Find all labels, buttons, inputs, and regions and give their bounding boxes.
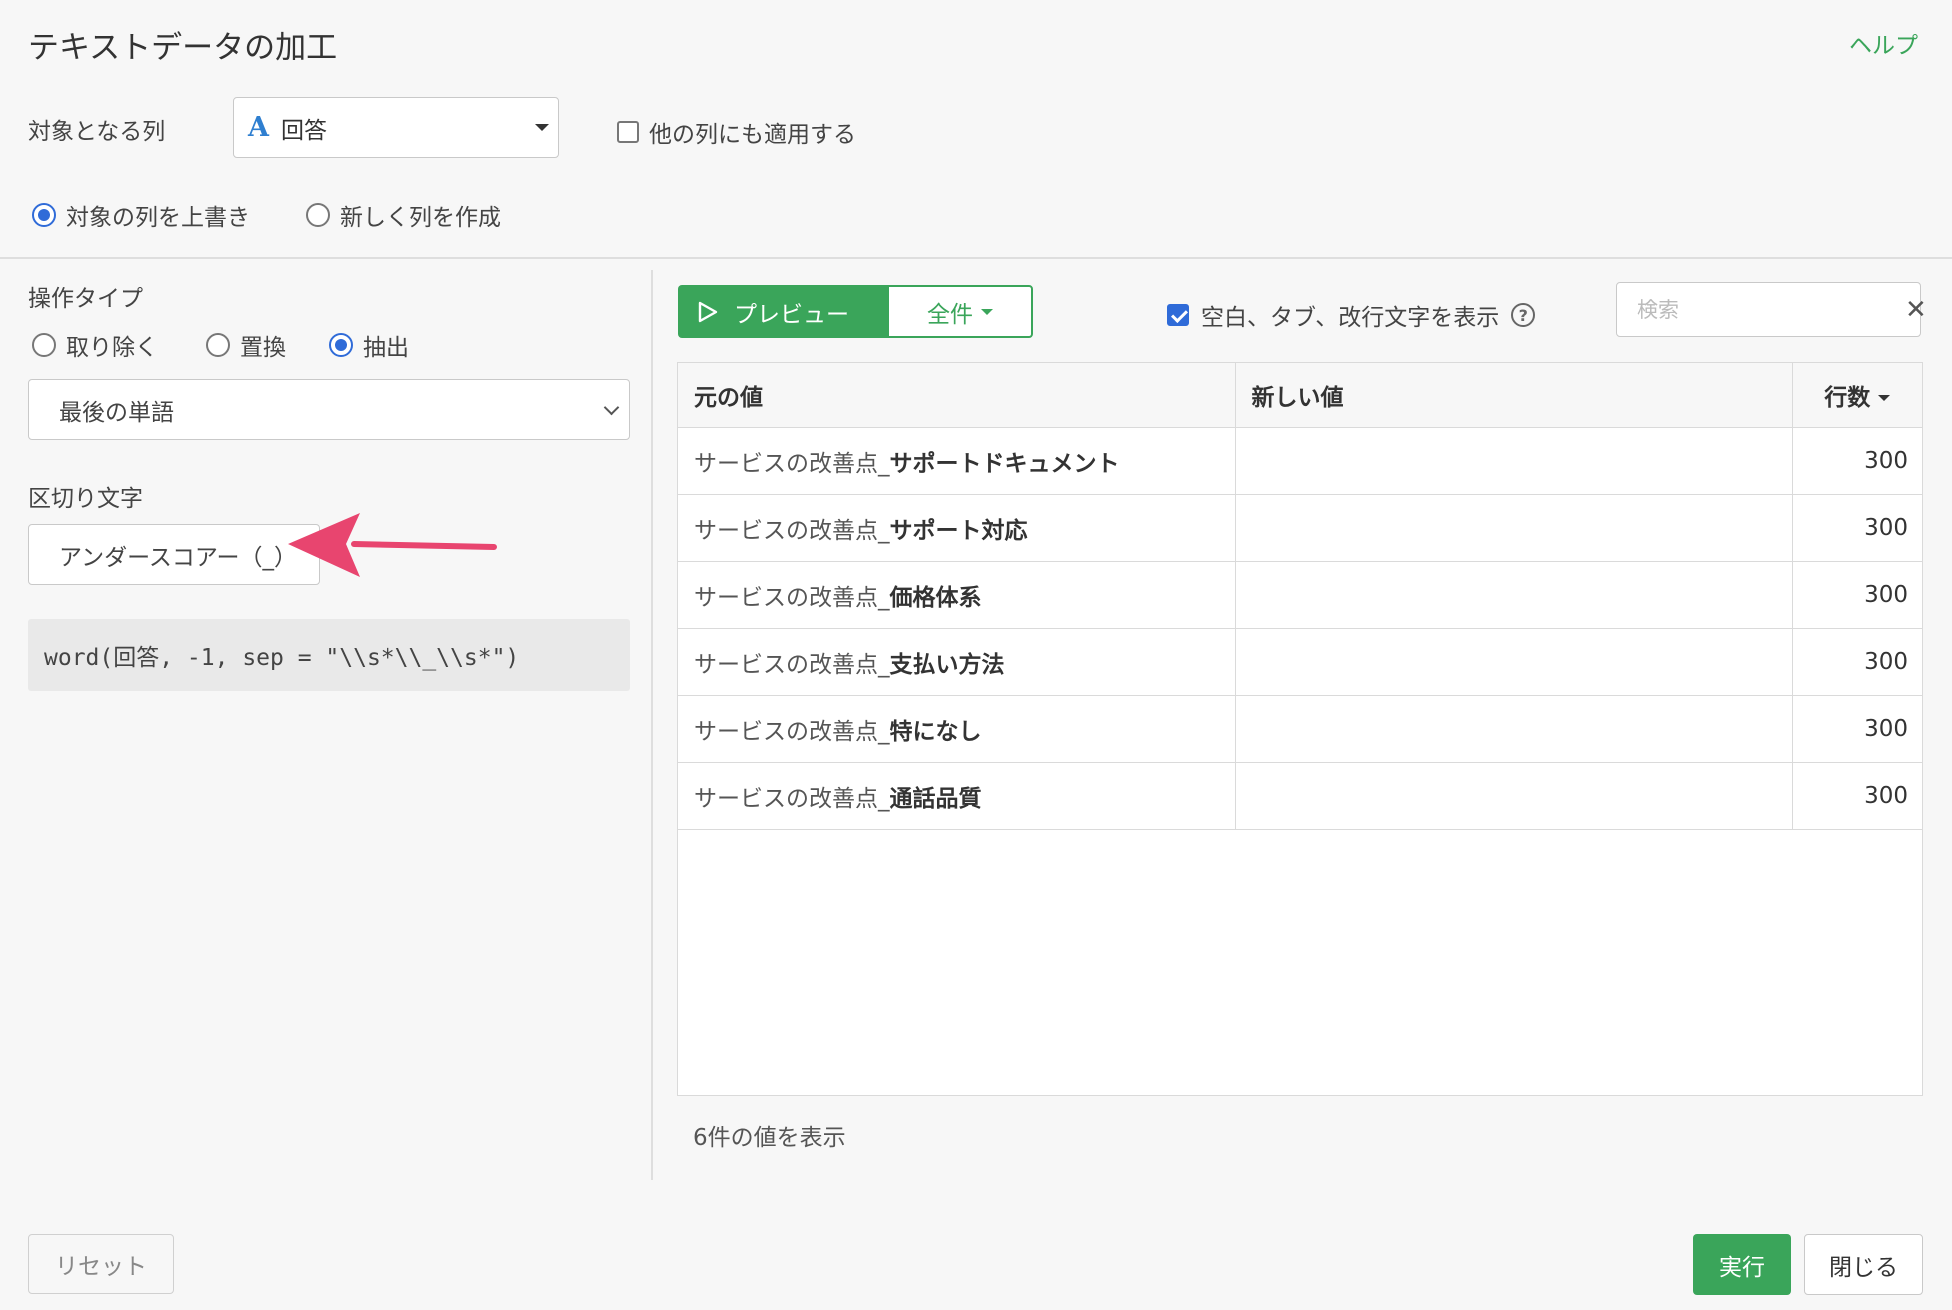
operation-extract-option[interactable]: 抽出 [329, 328, 409, 362]
value-prefix: サービスの改善点_ [694, 651, 890, 678]
apply-other-columns-option[interactable]: 他の列にも適用する [617, 115, 856, 149]
new-column-radio[interactable] [306, 203, 330, 227]
extract-method-value: 最後の単語 [59, 399, 174, 426]
new-value-cell [1235, 628, 1793, 696]
count-header-label: 行数 [1824, 384, 1871, 411]
table-row[interactable]: サービスの改善点_特になし 300 [678, 695, 1922, 763]
row-count-cell: 300 [1792, 762, 1922, 830]
sort-caret-icon [1878, 395, 1891, 402]
separator-label: 区切り文字 [28, 486, 143, 512]
row-count-cell: 300 [1792, 561, 1922, 629]
row-count-dropdown[interactable]: 全件 [887, 285, 1033, 338]
divider [0, 257, 1952, 259]
remove-label: 取り除く [66, 335, 158, 361]
show-whitespace-checkbox[interactable] [1167, 304, 1189, 326]
table-header-row: 元の値 新しい値 行数 [678, 363, 1922, 428]
table-row[interactable]: サービスの改善点_通話品質 300 [678, 762, 1922, 830]
preview-button[interactable]: プレビュー [678, 285, 887, 338]
column-header-count[interactable]: 行数 [1792, 363, 1922, 428]
value-prefix: サービスの改善点_ [694, 785, 890, 812]
extract-method-select[interactable]: 最後の単語 [28, 379, 630, 440]
help-link[interactable]: ヘルプ [1849, 26, 1918, 60]
row-count-label: 全件 [927, 301, 973, 328]
row-count-cell: 300 [1792, 628, 1922, 696]
chevron-down-icon [603, 399, 620, 416]
value-prefix: サービスの改善点_ [694, 584, 890, 611]
original-value-cell: サービスの改善点_支払い方法 [678, 628, 1236, 696]
reset-button[interactable]: リセット [28, 1234, 174, 1294]
extracted-word: サポートドキュメント [889, 450, 1120, 477]
apply-other-label: 他の列にも適用する [649, 122, 856, 148]
caret-down-icon [981, 308, 993, 315]
table-row[interactable]: サービスの改善点_サポート対応 300 [678, 494, 1922, 562]
overwrite-label: 対象の列を上書き [66, 205, 250, 231]
column-header-new-value[interactable]: 新しい値 [1235, 363, 1793, 428]
generated-code: word(回答, -1, sep = "\\s*\\_\\s*") [44, 645, 520, 671]
new-value-cell [1235, 427, 1793, 495]
separator-value: アンダースコアー（_） [59, 544, 298, 571]
search-input[interactable] [1637, 297, 1905, 322]
new-value-cell [1235, 494, 1793, 562]
target-column-select[interactable]: A 回答 [233, 97, 559, 158]
new-value-cell [1235, 561, 1793, 629]
extracted-word: 通話品質 [889, 785, 982, 812]
new-column-label: 新しく列を作成 [340, 205, 501, 231]
column-header-original[interactable]: 元の値 [678, 363, 1236, 428]
table-row[interactable]: サービスの改善点_サポートドキュメント 300 [678, 427, 1922, 495]
value-prefix: サービスの改善点_ [694, 450, 890, 477]
extracted-word: 価格体系 [889, 584, 982, 611]
original-value-cell: サービスの改善点_サポートドキュメント [678, 427, 1236, 495]
clear-search-icon[interactable]: ✕ [1905, 297, 1927, 323]
result-count-status: 6件の値を表示 [693, 1125, 846, 1151]
show-whitespace-label: 空白、タブ、改行文字を表示 [1201, 305, 1500, 331]
close-button[interactable]: 閉じる [1804, 1234, 1923, 1295]
operation-replace-option[interactable]: 置換 [206, 328, 286, 362]
extracted-word: 支払い方法 [889, 651, 1005, 678]
replace-label: 置換 [240, 335, 286, 361]
value-prefix: サービスの改善点_ [694, 718, 890, 745]
target-column-value: 回答 [280, 117, 327, 144]
caret-down-icon [535, 124, 549, 131]
extracted-word: 特になし [889, 718, 982, 745]
overwrite-radio[interactable] [32, 203, 56, 227]
show-whitespace-option[interactable]: 空白、タブ、改行文字を表示 ? [1167, 298, 1536, 332]
row-count-cell: 300 [1792, 427, 1922, 495]
target-column-label: 対象となる列 [28, 119, 166, 145]
preview-table: 元の値 新しい値 行数 サービスの改善点_サポートドキュメント 300 サービス… [677, 362, 1923, 1096]
row-count-cell: 300 [1792, 695, 1922, 763]
overwrite-column-option[interactable]: 対象の列を上書き [32, 198, 250, 232]
play-icon [698, 301, 718, 322]
preview-label: プレビュー [734, 301, 849, 328]
extracted-word: サポート対応 [889, 517, 1028, 544]
table-row[interactable]: サービスの改善点_価格体系 300 [678, 561, 1922, 629]
original-value-cell: サービスの改善点_通話品質 [678, 762, 1236, 830]
text-type-icon: A [248, 112, 269, 143]
question-icon[interactable]: ? [1511, 303, 1536, 327]
dialog-title: テキストデータの加工 [28, 30, 338, 66]
new-value-cell [1235, 762, 1793, 830]
new-value-cell [1235, 695, 1793, 763]
original-value-cell: サービスの改善点_サポート対応 [678, 494, 1236, 562]
value-prefix: サービスの改善点_ [694, 517, 890, 544]
generated-code-box: word(回答, -1, sep = "\\s*\\_\\s*") [28, 619, 630, 691]
separator-select[interactable]: アンダースコアー（_） [28, 524, 320, 585]
apply-other-checkbox[interactable] [617, 121, 639, 143]
extract-radio[interactable] [329, 333, 353, 357]
original-value-cell: サービスの改善点_価格体系 [678, 561, 1236, 629]
operation-remove-option[interactable]: 取り除く [32, 328, 158, 362]
search-box: ✕ [1616, 282, 1927, 337]
row-count-cell: 300 [1792, 494, 1922, 562]
annotation-arrow [288, 513, 497, 577]
panel-divider [651, 270, 653, 1180]
original-value-cell: サービスの改善点_特になし [678, 695, 1236, 763]
replace-radio[interactable] [206, 333, 230, 357]
operation-type-label: 操作タイプ [28, 286, 143, 312]
run-button[interactable]: 実行 [1693, 1234, 1791, 1295]
remove-radio[interactable] [32, 333, 56, 357]
table-row[interactable]: サービスの改善点_支払い方法 300 [678, 628, 1922, 696]
extract-label: 抽出 [363, 335, 409, 361]
new-column-option[interactable]: 新しく列を作成 [306, 198, 501, 232]
